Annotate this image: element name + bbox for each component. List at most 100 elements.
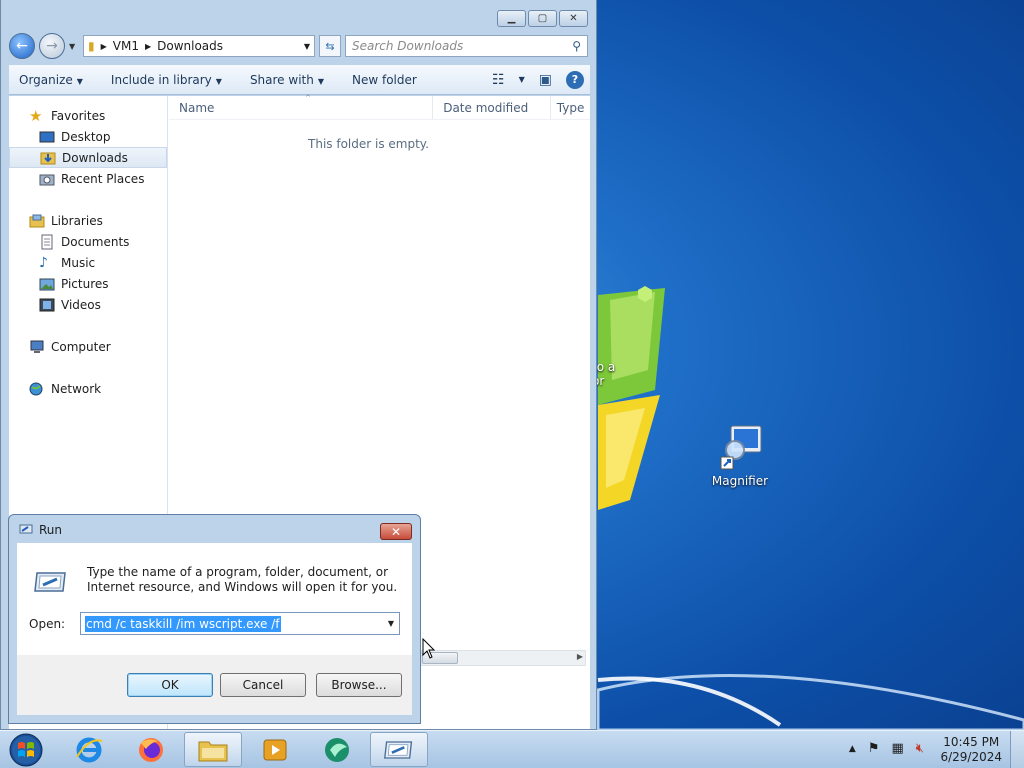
clock[interactable]: 10:45 PM 6/29/2024 — [940, 735, 1002, 765]
nav-network[interactable]: Network — [9, 378, 167, 399]
ok-button[interactable]: OK — [127, 673, 213, 697]
column-date-modified[interactable]: Date modified — [433, 96, 551, 119]
organize-menu[interactable]: Organize ▼ — [19, 73, 83, 87]
preview-pane-icon[interactable]: ▣ — [539, 72, 552, 88]
nav-pictures-label: Pictures — [61, 276, 109, 291]
run-icon — [384, 740, 413, 759]
nav-desktop-label: Desktop — [61, 129, 111, 144]
nav-videos[interactable]: Videos — [9, 294, 167, 315]
help-icon[interactable]: ? — [566, 70, 584, 89]
nav-favorites-label: Favorites — [51, 108, 106, 123]
run-button-area: OK Cancel Browse... — [17, 655, 412, 715]
desktop-partial-shortcut[interactable]: to a or — [592, 360, 632, 388]
explorer-titlebar[interactable]: ▁ ▢ ✕ — [1, 0, 596, 32]
network-tray-icon[interactable]: ▦ — [892, 741, 904, 756]
start-button[interactable] — [6, 732, 46, 768]
column-type-label: Type — [556, 100, 585, 115]
taskbar-media-player[interactable] — [246, 732, 304, 767]
column-name[interactable]: Name ^ — [169, 94, 434, 119]
maximize-button[interactable]: ▢ — [528, 10, 557, 27]
column-type[interactable]: Type — [551, 96, 590, 119]
column-headers: Name ^ Date modified Type — [169, 94, 590, 120]
share-with-menu[interactable]: Share with ▼ — [250, 73, 324, 87]
desktop-icon-magnifier[interactable]: Magnifier — [700, 424, 780, 488]
chevron-down-icon: ▼ — [215, 76, 222, 86]
run-close-button[interactable]: ✕ — [380, 523, 412, 540]
forward-arrow-icon: → — [46, 38, 58, 54]
organize-label: Organize — [19, 72, 73, 87]
open-label: Open: — [29, 617, 66, 631]
back-button[interactable]: ← — [9, 33, 35, 59]
breadcrumb-separator-icon[interactable]: ▶ — [145, 42, 151, 51]
close-button[interactable]: ✕ — [559, 10, 588, 27]
nav-desktop[interactable]: Desktop — [9, 126, 167, 147]
chevron-down-icon[interactable]: ▼ — [383, 619, 399, 628]
taskbar-firefox[interactable] — [122, 732, 180, 767]
view-options-icon[interactable]: ☷ — [492, 72, 505, 88]
nav-downloads-label: Downloads — [62, 150, 128, 165]
breadcrumb-separator-icon[interactable]: ▶ — [101, 42, 107, 51]
pictures-icon — [39, 276, 55, 292]
run-title-icon — [19, 523, 33, 538]
horizontal-scrollbar[interactable]: ▶ — [421, 650, 586, 666]
command-bar: Organize ▼ Include in library ▼ Share with… — [9, 65, 590, 95]
refresh-icon: ⇆ — [325, 39, 335, 53]
run-title-text: Run — [39, 523, 63, 537]
volume-muted-icon[interactable]: 🔇︎ — [916, 741, 924, 756]
address-row: ← → ▼ ▮ ▶ VM1 ▶ Downloads ▼ ⇆ Search Dow… — [9, 32, 588, 60]
minimize-icon: ▁ — [507, 13, 516, 24]
open-combobox[interactable]: cmd /c taskkill /im wscript.exe /f ▼ — [80, 612, 400, 635]
nav-recent-places[interactable]: Recent Places — [9, 168, 167, 189]
documents-icon — [39, 234, 55, 250]
nav-libraries-label: Libraries — [51, 213, 103, 228]
taskbar-app-green[interactable] — [308, 732, 366, 767]
new-folder-button[interactable]: New folder — [352, 73, 417, 87]
nav-computer[interactable]: Computer — [9, 336, 167, 357]
search-icon[interactable]: ⚲ — [572, 39, 581, 53]
nav-computer-label: Computer — [51, 339, 111, 354]
address-bar[interactable]: ▮ ▶ VM1 ▶ Downloads ▼ — [83, 35, 315, 57]
command-input-value[interactable]: cmd /c taskkill /im wscript.exe /f — [85, 615, 281, 632]
system-tray: ▲ ⚑ ▦ 🔇︎ — [849, 741, 924, 756]
internet-explorer-icon — [76, 737, 103, 762]
breadcrumb-downloads[interactable]: Downloads — [157, 39, 298, 53]
chevron-down-icon: ▼ — [317, 76, 324, 86]
share-with-label: Share with — [249, 72, 314, 87]
address-dropdown-icon[interactable]: ▼ — [304, 42, 310, 51]
run-body: Type the name of a program, folder, docu… — [17, 543, 412, 655]
refresh-button[interactable]: ⇆ — [319, 35, 341, 57]
nav-recent-places-label: Recent Places — [61, 171, 145, 186]
media-player-icon — [263, 739, 287, 760]
run-titlebar[interactable]: Run — [9, 515, 420, 545]
windows-logo-icon — [9, 733, 43, 767]
taskbar: ▲ ⚑ ▦ 🔇︎ 10:45 PM 6/29/2024 — [0, 730, 1024, 768]
magnifier-label: Magnifier — [711, 474, 769, 488]
show-hidden-icons-icon[interactable]: ▲ — [849, 744, 856, 754]
taskbar-explorer[interactable] — [184, 732, 242, 767]
music-icon: ♪ — [39, 254, 48, 271]
nav-libraries[interactable]: Libraries — [9, 210, 167, 231]
history-dropdown-icon[interactable]: ▼ — [69, 42, 79, 51]
breadcrumb-vm1[interactable]: VM1 — [113, 39, 139, 53]
downloads-folder-icon — [40, 150, 56, 166]
nav-downloads[interactable]: Downloads — [9, 147, 167, 168]
minimize-button[interactable]: ▁ — [497, 10, 526, 27]
taskbar-internet-explorer[interactable] — [60, 732, 118, 767]
nav-favorites[interactable]: ★ Favorites — [9, 105, 167, 126]
mouse-cursor-icon — [422, 638, 436, 659]
search-input[interactable]: Search Downloads ⚲ — [345, 35, 588, 57]
scroll-right-icon[interactable]: ▶ — [577, 652, 583, 661]
nav-pictures[interactable]: Pictures — [9, 273, 167, 294]
view-dropdown-icon[interactable]: ▼ — [519, 75, 525, 84]
show-desktop-button[interactable] — [1010, 731, 1024, 768]
nav-music[interactable]: ♪ Music — [9, 252, 167, 273]
taskbar-run[interactable] — [370, 732, 428, 767]
browse-button[interactable]: Browse... — [316, 673, 402, 697]
empty-folder-message: This folder is empty. — [308, 137, 429, 151]
action-center-flag-icon[interactable]: ⚑ — [868, 741, 880, 756]
cancel-button[interactable]: Cancel — [220, 673, 306, 697]
include-in-library-menu[interactable]: Include in library ▼ — [111, 73, 222, 87]
forward-button[interactable]: → — [39, 33, 65, 59]
firefox-icon — [139, 737, 163, 762]
nav-documents[interactable]: Documents — [9, 231, 167, 252]
